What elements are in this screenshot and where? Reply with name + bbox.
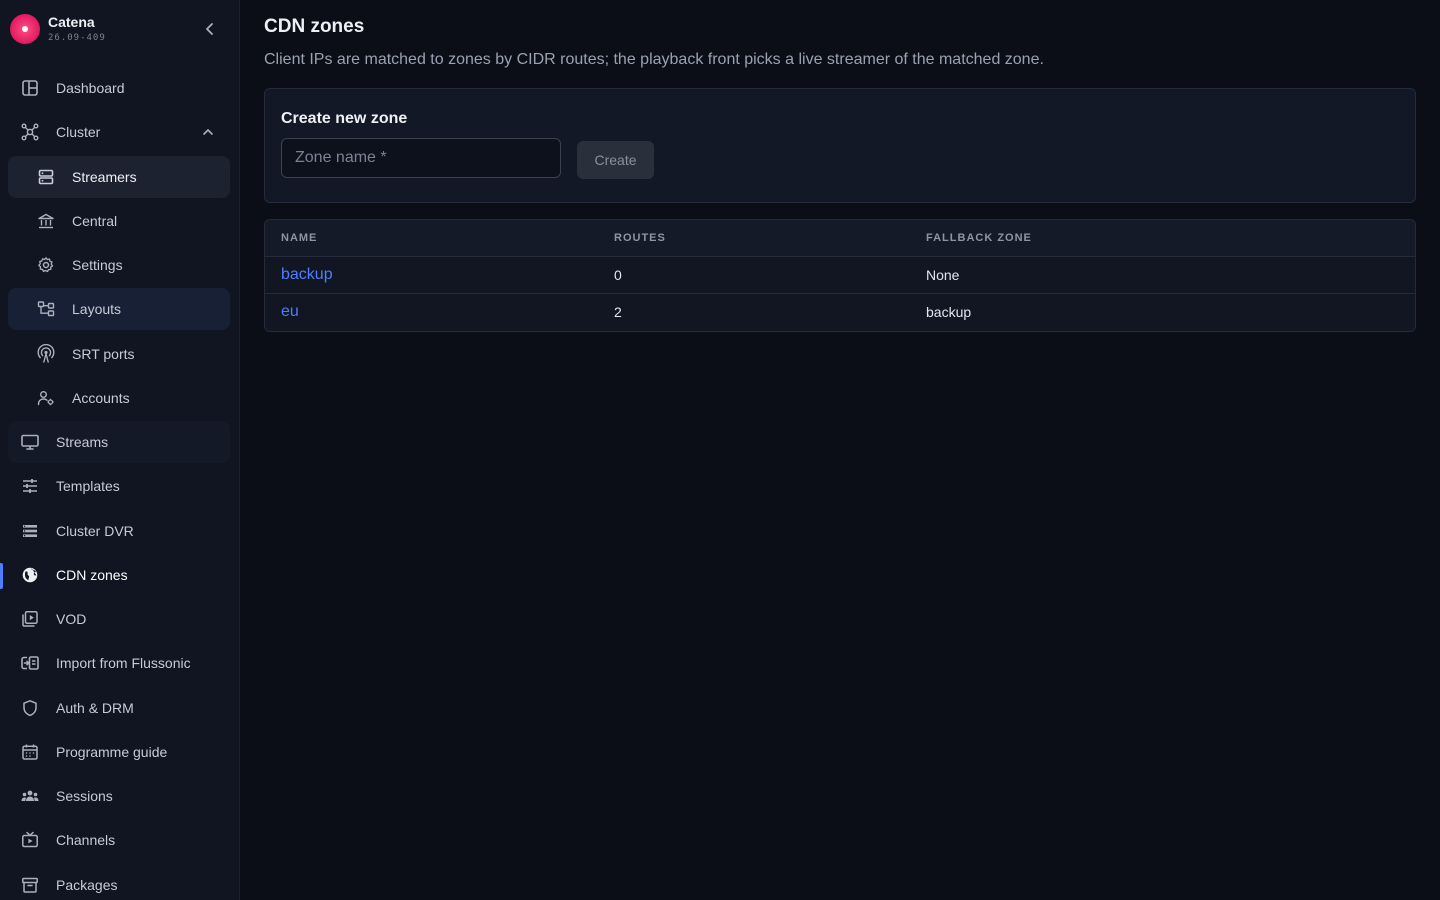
sidebar-item-label: Packages — [56, 877, 118, 893]
column-header-name[interactable]: NAME — [281, 232, 317, 244]
sidebar-item-label: VOD — [56, 611, 87, 627]
sidebar-item-streams[interactable]: Streams — [8, 421, 230, 463]
column-header-fallback[interactable]: FALLBACK ZONE — [926, 232, 1032, 244]
brand-version: 26.09-409 — [48, 33, 106, 43]
sidebar-item-label: Programme guide — [56, 744, 168, 760]
globe-icon — [20, 565, 40, 585]
monitor-icon — [20, 432, 40, 452]
cluster-icon — [20, 122, 40, 142]
sidebar-item-packages[interactable]: Packages — [8, 864, 230, 900]
zone-fallback: backup — [926, 304, 972, 320]
sidebar-item-label: Channels — [56, 832, 116, 848]
sidebar-item-cluster-dvr[interactable]: Cluster DVR — [8, 510, 230, 552]
active-indicator — [0, 563, 3, 589]
sidebar-item-accounts[interactable]: Accounts — [8, 377, 230, 419]
users-icon — [20, 786, 40, 806]
sidebar-item-label: Import from Flussonic — [56, 655, 191, 671]
chevron-up-icon[interactable] — [200, 124, 216, 140]
dvr-icon — [20, 521, 40, 541]
sidebar-item-label: Accounts — [72, 390, 130, 406]
sidebar: Catena 26.09-409 Dashboard Cluster Strea… — [0, 0, 240, 900]
brand-name: Catena — [48, 14, 95, 30]
sidebar-item-templates[interactable]: Templates — [8, 465, 230, 507]
brand-logo — [10, 14, 40, 44]
page-title: CDN zones — [264, 16, 365, 37]
table-header: NAME ROUTES FALLBACK ZONE — [265, 220, 1415, 257]
table-row[interactable]: backup 0 None — [265, 257, 1415, 294]
sidebar-item-label: Central — [72, 213, 118, 229]
sidebar-item-auth-drm[interactable]: Auth & DRM — [8, 687, 230, 729]
zone-fallback: None — [926, 267, 960, 283]
sidebar-item-label: SRT ports — [72, 346, 135, 362]
sidebar-item-channels[interactable]: Channels — [8, 819, 230, 861]
import-icon — [20, 653, 40, 673]
streamers-icon — [36, 167, 56, 187]
create-zone-title: Create new zone — [281, 110, 408, 127]
chevron-left-icon — [206, 23, 213, 35]
central-icon — [36, 211, 56, 231]
sidebar-item-cdn-zones[interactable]: CDN zones — [8, 554, 230, 596]
sidebar-item-label: Auth & DRM — [56, 700, 134, 716]
sidebar-item-dashboard[interactable]: Dashboard — [8, 67, 230, 109]
zone-name-link[interactable]: backup — [281, 266, 333, 284]
sidebar-item-vod[interactable]: VOD — [8, 598, 230, 640]
tv-icon — [20, 830, 40, 850]
sidebar-item-label: CDN zones — [56, 567, 128, 583]
sidebar-item-label: Settings — [72, 257, 123, 273]
zone-name-input[interactable] — [281, 138, 561, 178]
dashboard-icon — [20, 78, 40, 98]
accounts-icon — [36, 388, 56, 408]
sidebar-item-label: Streamers — [72, 169, 137, 185]
sidebar-item-srt-ports[interactable]: SRT ports — [8, 333, 230, 375]
collapse-sidebar-button[interactable] — [199, 18, 221, 40]
sidebar-item-import[interactable]: Import from Flussonic — [8, 642, 230, 684]
create-zone-card: Create new zone Create — [264, 88, 1416, 203]
sidebar-item-label: Sessions — [56, 788, 113, 804]
zones-table: NAME ROUTES FALLBACK ZONE backup 0 None … — [264, 219, 1416, 332]
create-button[interactable]: Create — [577, 141, 654, 179]
sidebar-item-central[interactable]: Central — [8, 200, 230, 242]
gear-icon — [36, 255, 56, 275]
sidebar-item-label: Streams — [56, 434, 109, 450]
sidebar-item-settings[interactable]: Settings — [8, 244, 230, 286]
archive-icon — [20, 875, 40, 895]
brand[interactable]: Catena 26.09-409 — [10, 12, 230, 46]
vod-icon — [20, 609, 40, 629]
antenna-icon — [36, 344, 56, 364]
zone-routes: 0 — [614, 267, 622, 283]
sidebar-item-label: Cluster — [56, 124, 101, 140]
sidebar-item-sessions[interactable]: Sessions — [8, 775, 230, 817]
shield-icon — [20, 698, 40, 718]
sidebar-item-layouts[interactable]: Layouts — [8, 288, 230, 330]
page-description: Client IPs are matched to zones by CIDR … — [264, 51, 1044, 68]
sidebar-item-label: Templates — [56, 478, 120, 494]
sidebar-item-label: Cluster DVR — [56, 523, 134, 539]
main-content: CDN zones Client IPs are matched to zone… — [240, 0, 1440, 900]
sliders-icon — [20, 476, 40, 496]
sidebar-item-label: Layouts — [72, 301, 122, 317]
zone-name-link[interactable]: eu — [281, 303, 299, 321]
sidebar-item-label: Dashboard — [56, 80, 125, 96]
sidebar-item-streamers[interactable]: Streamers — [8, 156, 230, 198]
table-row[interactable]: eu 2 backup — [265, 294, 1415, 331]
column-header-routes[interactable]: ROUTES — [614, 232, 666, 244]
zone-routes: 2 — [614, 304, 622, 320]
sidebar-item-programme-guide[interactable]: Programme guide — [8, 731, 230, 773]
sidebar-item-cluster[interactable]: Cluster — [8, 111, 230, 153]
layouts-icon — [36, 299, 56, 319]
app-root: Catena 26.09-409 Dashboard Cluster Strea… — [0, 0, 1440, 900]
calendar-icon — [20, 742, 40, 762]
